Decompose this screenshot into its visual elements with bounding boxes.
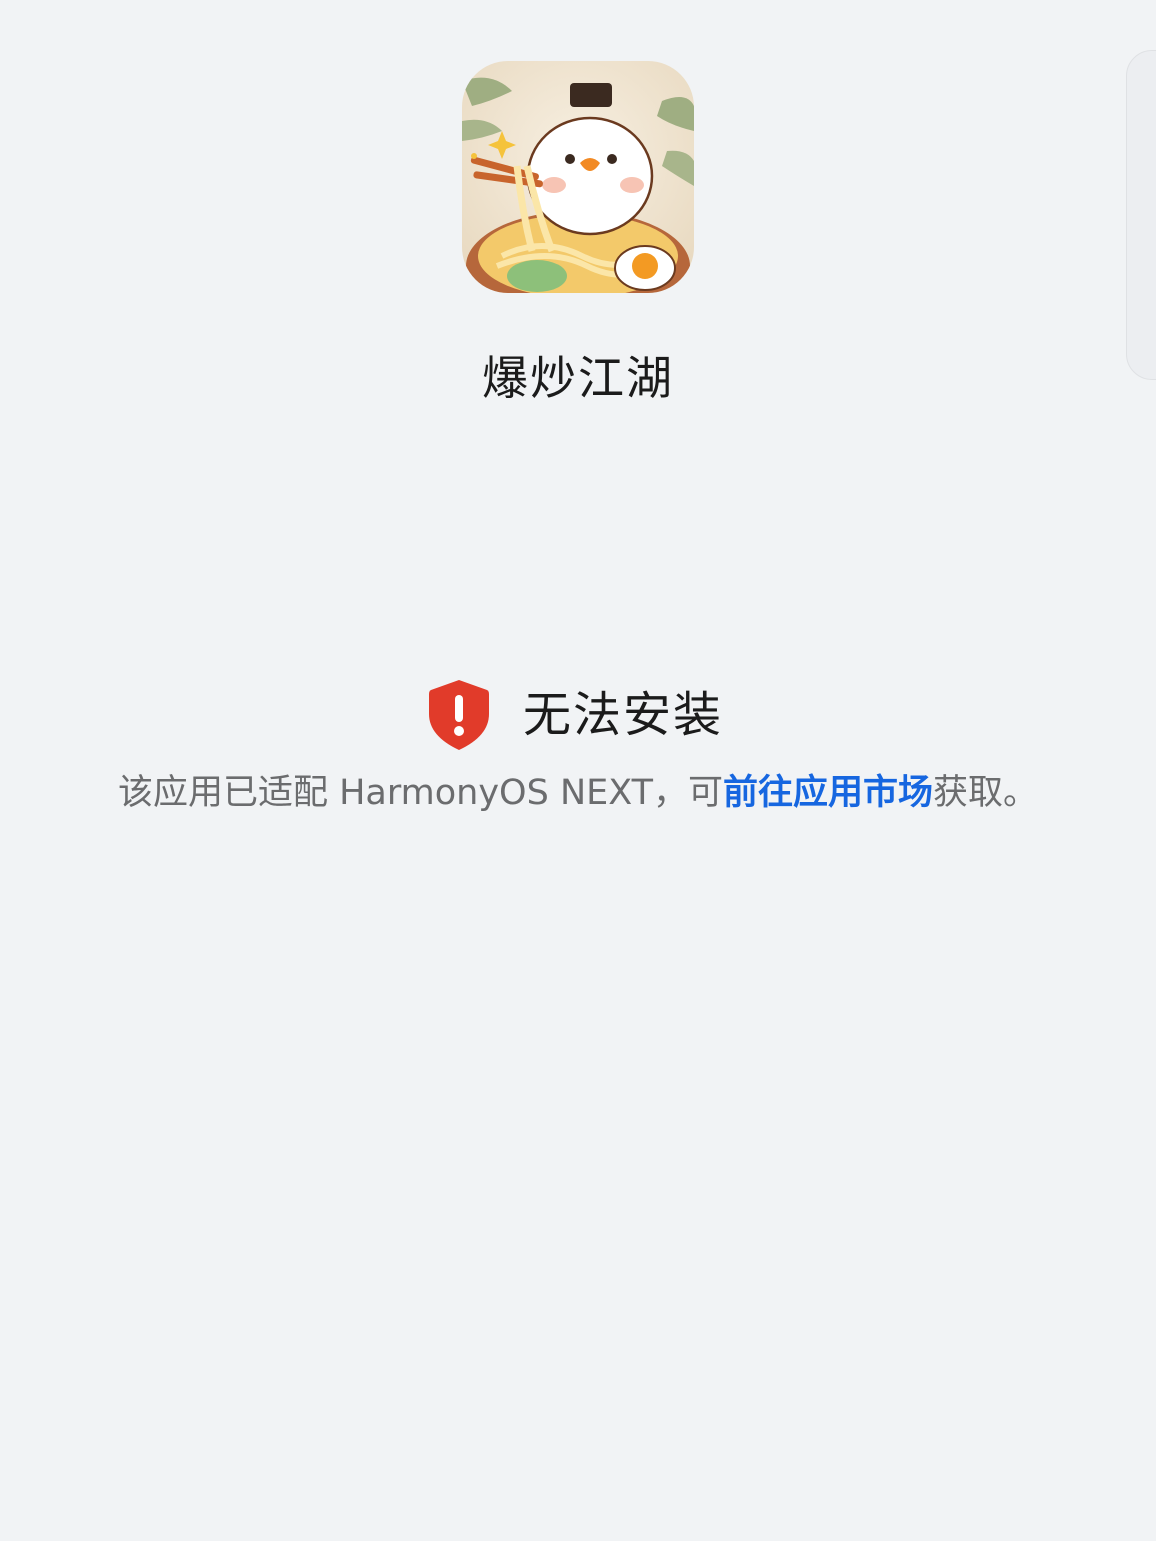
app-icon [462, 61, 694, 293]
status-title: 无法安装 [522, 687, 723, 743]
message-prefix: 该应用已适配 HarmonyOS NEXT，可 [117, 773, 723, 813]
app-name: 爆炒江湖 [482, 351, 674, 405]
go-to-app-market-link[interactable]: 前往应用市场 [723, 773, 933, 813]
install-message: 该应用已适配 HarmonyOS NEXT，可前往应用市场获取。 [0, 766, 1156, 820]
side-panel-handle[interactable] [1126, 50, 1156, 380]
message-suffix: 获取。 [933, 773, 1039, 813]
install-status: 无法安装 [0, 672, 1156, 758]
noodle-chef-icon [462, 61, 694, 293]
shield-warning-icon [427, 678, 491, 752]
